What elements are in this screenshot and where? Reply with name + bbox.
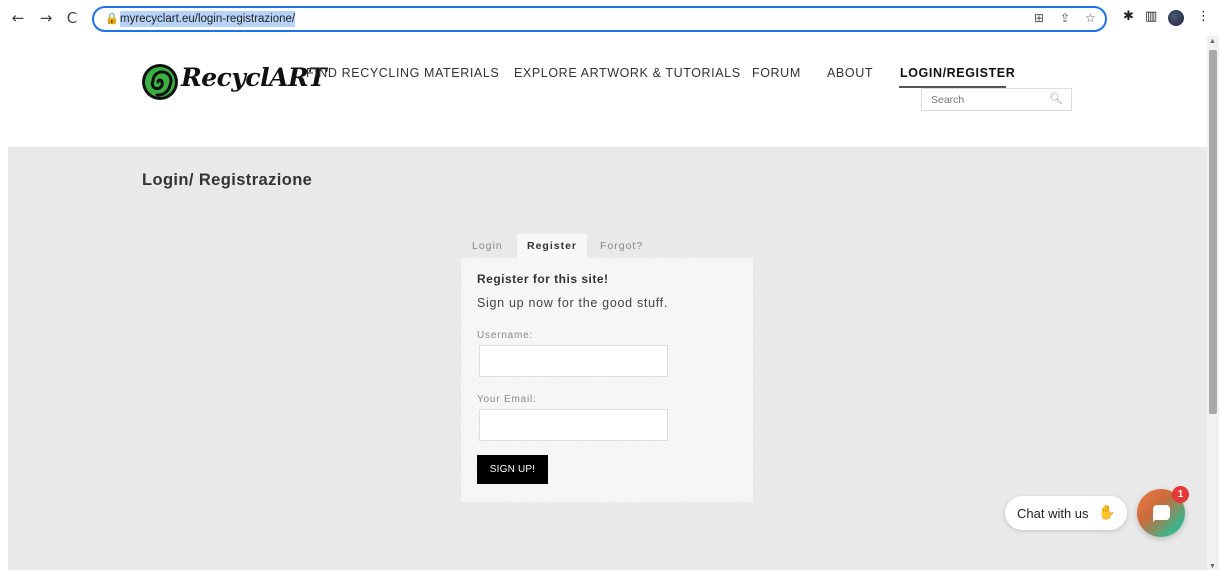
email-field[interactable] xyxy=(479,409,668,441)
tab-login[interactable]: Login xyxy=(462,234,513,258)
nav-login-register[interactable]: LOGIN/REGISTER xyxy=(900,66,1015,80)
search-icon[interactable]: 🔍︎ xyxy=(1049,92,1063,105)
tab-register[interactable]: Register xyxy=(517,234,588,258)
email-label: Your Email: xyxy=(477,394,537,405)
spiral-logo-icon xyxy=(142,64,178,100)
share-icon[interactable]: ⇪ xyxy=(1060,11,1070,25)
chat-message-icon-tail xyxy=(1153,517,1158,522)
scroll-down-arrow-icon[interactable]: ▼ xyxy=(1209,563,1216,570)
bookmark-star-icon[interactable]: ☆ xyxy=(1085,11,1096,25)
recyclart-logo[interactable]: RecyclART xyxy=(141,61,327,103)
url-text[interactable]: myrecyclart.eu/login-registrazione/ xyxy=(120,11,296,27)
logo-wordmark: RecyclART xyxy=(181,63,327,92)
sign-up-button[interactable]: SIGN UP! xyxy=(477,455,548,484)
register-panel: Register for this site! Sign up now for … xyxy=(461,258,753,502)
address-bar[interactable]: 🔒 myrecyclart.eu/login-registrazione/ ⊞ … xyxy=(92,6,1107,32)
register-subheading: Sign up now for the good stuff. xyxy=(477,296,669,310)
tab-forgot[interactable]: Forgot? xyxy=(590,234,653,258)
menu-kebab-icon[interactable]: ⋮ xyxy=(1197,9,1210,24)
page-scrollbar[interactable]: ▲ ▼ xyxy=(1207,36,1219,570)
chat-message-icon xyxy=(1153,505,1170,522)
search-input[interactable]: Search 🔍︎ xyxy=(921,88,1072,111)
translate-icon[interactable]: ⊞ xyxy=(1034,11,1044,25)
search-placeholder: Search xyxy=(931,94,965,106)
chat-prompt-text: Chat with us xyxy=(1017,506,1089,521)
nav-explore-artwork[interactable]: EXPLORE ARTWORK & TUTORIALS xyxy=(514,66,741,80)
profile-avatar[interactable] xyxy=(1168,10,1184,26)
extensions-puzzle-icon[interactable]: ✱ xyxy=(1123,9,1134,24)
browser-toolbar: ← → C 🔒 myrecyclart.eu/login-registrazio… xyxy=(0,0,1219,36)
scroll-thumb[interactable] xyxy=(1209,50,1217,414)
username-field[interactable] xyxy=(479,345,668,377)
reload-icon[interactable]: C xyxy=(62,8,82,28)
chat-prompt-bubble[interactable]: Chat with us ✋ xyxy=(1005,496,1127,530)
forward-arrow-icon[interactable]: → xyxy=(36,8,56,28)
side-panel-icon[interactable]: ▥ xyxy=(1145,9,1157,24)
waving-hand-icon: ✋ xyxy=(1098,504,1116,520)
nav-find-recycling-materials[interactable]: FIND RECYCLING MATERIALS xyxy=(306,66,499,80)
register-heading: Register for this site! xyxy=(477,272,609,286)
nav-forum[interactable]: FORUM xyxy=(752,66,801,80)
page-title: Login/ Registrazione xyxy=(142,171,313,189)
scroll-up-arrow-icon[interactable]: ▲ xyxy=(1209,38,1216,45)
lock-icon: 🔒 xyxy=(105,12,119,25)
unread-badge: 1 xyxy=(1172,486,1189,503)
username-label: Username: xyxy=(477,330,534,341)
back-arrow-icon[interactable]: ← xyxy=(8,8,28,28)
site-header: RecyclART FIND RECYCLING MATERIALS EXPLO… xyxy=(0,36,1207,147)
nav-about[interactable]: ABOUT xyxy=(827,66,873,80)
